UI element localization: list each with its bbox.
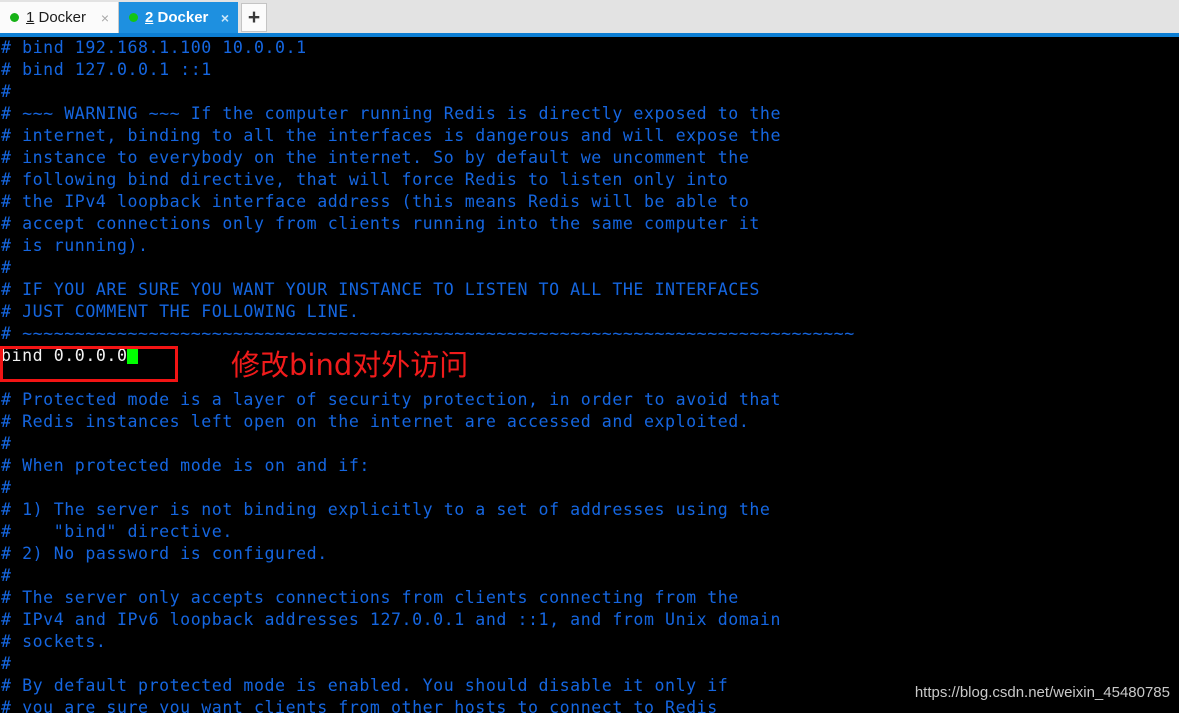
tab-2-name: Docker — [153, 9, 209, 26]
terminal-line: # bind 192.168.1.100 10.0.0.1 — [1, 38, 307, 57]
terminal-line: # IPv4 and IPv6 loopback addresses 127.0… — [1, 610, 781, 629]
terminal-line: # ~~~ WARNING ~~~ If the computer runnin… — [1, 104, 781, 123]
terminal-line: # — [1, 478, 12, 497]
terminal-line: # 1) The server is not binding explicitl… — [1, 500, 771, 519]
tab-1-name: Docker — [34, 9, 87, 26]
new-tab-button[interactable]: + — [241, 3, 267, 32]
terminal-line: # 2) No password is configured. — [1, 544, 328, 563]
terminal-lines-after: # Protected mode is a layer of security … — [0, 367, 1179, 713]
terminal-line: # internet, binding to all the interface… — [1, 126, 781, 145]
terminal-line: # Redis instances left open on the inter… — [1, 412, 750, 431]
tab-bar: 1 Docker × 2 Docker × + — [0, 0, 1179, 33]
terminal-line: # is running). — [1, 236, 149, 255]
green-dot-icon — [10, 13, 19, 22]
terminal-line: # — [1, 566, 12, 585]
terminal-line: # — [1, 434, 12, 453]
terminal-line: # Protected mode is a layer of security … — [1, 390, 781, 409]
terminal-line: # IF YOU ARE SURE YOU WANT YOUR INSTANCE… — [1, 280, 760, 299]
terminal-line: # sockets. — [1, 632, 107, 651]
annotation-note-text: 修改bind对外访问 — [231, 348, 469, 382]
terminal-line: # When protected mode is on and if: — [1, 456, 370, 475]
tab-1-label: 1 Docker — [26, 9, 94, 26]
terminal-content[interactable]: # bind 192.168.1.100 10.0.0.1 # bind 127.… — [0, 37, 1179, 713]
terminal-line: # the IPv4 loopback interface address (t… — [1, 192, 750, 211]
terminal-line: # — [1, 654, 12, 673]
terminal-line: # ~~~~~~~~~~~~~~~~~~~~~~~~~~~~~~~~~~~~~~… — [1, 324, 855, 343]
terminal-lines-before: # bind 192.168.1.100 10.0.0.1 # bind 127.… — [0, 37, 1179, 345]
terminal-line: # JUST COMMENT THE FOLLOWING LINE. — [1, 302, 360, 321]
terminal-line: # bind 127.0.0.1 ::1 — [1, 60, 212, 79]
terminal-window: 1 Docker × 2 Docker × + # bind 192.168.1… — [0, 0, 1179, 713]
text-cursor — [127, 347, 139, 364]
bind-directive-text: bind 0.0.0.0 — [1, 346, 128, 365]
close-icon[interactable]: × — [221, 11, 229, 25]
terminal-edited-line[interactable]: bind 0.0.0.0 — [0, 345, 1179, 367]
watermark-url: https://blog.csdn.net/weixin_45480785 — [914, 684, 1170, 701]
tab-1-docker[interactable]: 1 Docker × — [0, 2, 119, 33]
terminal-line: # — [1, 82, 12, 101]
green-dot-icon — [129, 13, 138, 22]
terminal-line: # accept connections only from clients r… — [1, 214, 760, 233]
tab-2-docker[interactable]: 2 Docker × — [119, 2, 238, 33]
terminal-line: # following bind directive, that will fo… — [1, 170, 729, 189]
terminal-line: # The server only accepts connections fr… — [1, 588, 739, 607]
tab-2-label: 2 Docker — [145, 9, 214, 26]
terminal-line: # instance to everybody on the internet.… — [1, 148, 750, 167]
terminal-line: # "bind" directive. — [1, 522, 233, 541]
terminal-line: # — [1, 258, 12, 277]
close-icon[interactable]: × — [101, 11, 109, 25]
